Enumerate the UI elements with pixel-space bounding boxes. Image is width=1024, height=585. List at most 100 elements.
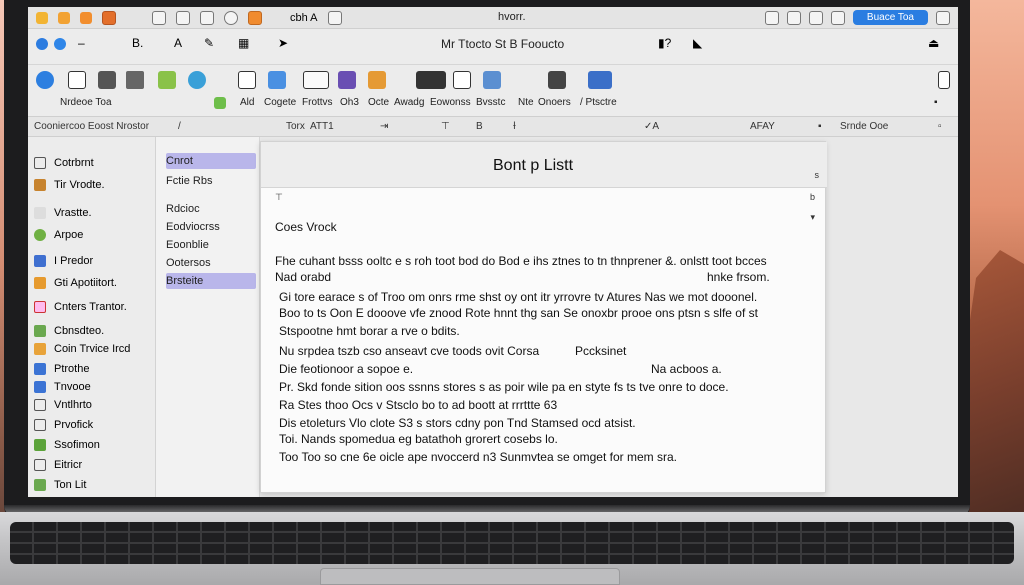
toolbar-item-1[interactable]: Cogete (264, 97, 296, 108)
toolbar-item-0[interactable]: Ald (240, 97, 254, 108)
globe-icon[interactable] (188, 71, 206, 89)
sidebar-item-12[interactable]: Prvofick (34, 417, 93, 433)
ruler-marker-icon[interactable]: / (178, 121, 181, 132)
toolbar-item-9[interactable]: Onoers (538, 97, 571, 108)
menu-icon-a[interactable] (36, 11, 48, 24)
sidebar-item-2[interactable]: Vrastte. (34, 205, 92, 221)
document-page[interactable]: Bont p Listt s ⊤ b ▾ Coes Vrock Fhe cuha… (260, 141, 827, 493)
ruler-left-label: Cooniercoo Eoost Nrostor (34, 121, 150, 132)
share-icon[interactable] (786, 10, 801, 25)
align-icon[interactable]: A (174, 36, 182, 50)
sidebar-item-label: Ptrothe (54, 363, 90, 375)
window-close-icon[interactable] (36, 38, 48, 50)
media-icon[interactable] (338, 71, 356, 89)
battery-icon[interactable] (830, 10, 845, 25)
sidebar-item-15[interactable]: Ton Lit (34, 477, 86, 493)
toolbar-item-2[interactable]: Frottvs (302, 97, 333, 108)
p-badge-icon[interactable] (224, 10, 238, 25)
window-icon[interactable] (327, 10, 342, 25)
style-item-5[interactable]: Ootersos (166, 257, 211, 269)
user-icon[interactable] (936, 10, 950, 25)
sidebar-item-label: Cnters Trantor. (54, 301, 127, 313)
textbox-icon[interactable] (238, 71, 256, 89)
sidebar-item-10[interactable]: Tnvooe (34, 379, 91, 395)
ruler-spacing-icon[interactable]: ▪ (818, 121, 822, 132)
toolbar-more-icon[interactable]: ▪ (934, 97, 938, 108)
chart-icon[interactable] (268, 71, 286, 89)
table-icon[interactable]: ▦ (238, 36, 249, 50)
sidebar-item-4[interactable]: I Predor (34, 253, 93, 269)
style-sidebar: Cotrbrnt Tir Vrodte. Vrastte. Arpoe I Pr… (28, 137, 156, 497)
laptop-bezel: cbh A hvorr. Buace Toa – B. A ✎ ▦ ➤ Mr T… (4, 0, 970, 520)
style-item-0[interactable]: Cnrot (166, 155, 193, 167)
dash-icon[interactable]: – (78, 36, 85, 50)
sidebar-item-11[interactable]: Vntlhrto (34, 397, 92, 413)
toolbar-item-4[interactable]: Octe (368, 97, 389, 108)
sidebar-toggle-icon[interactable]: ▮? (658, 36, 671, 50)
sidebar-item-3[interactable]: Arpoe (34, 227, 83, 243)
menu-icon-c[interactable] (80, 11, 92, 24)
table-insert-icon[interactable] (453, 71, 471, 89)
layout-icon[interactable] (98, 71, 116, 89)
view-icon[interactable] (416, 71, 446, 89)
sidebar-item-9[interactable]: Ptrothe (34, 361, 89, 377)
format-icon[interactable]: B. (132, 36, 143, 50)
calendar-icon[interactable] (764, 10, 779, 25)
toolbar-item-8[interactable]: Nte (518, 97, 534, 108)
grid-icon[interactable] (152, 10, 166, 25)
sidebar-item-7[interactable]: Cbnsdteo. (34, 323, 104, 339)
sidebar-item-8[interactable]: Coin Trvice Ircd (34, 341, 130, 357)
shape-icon[interactable] (303, 71, 329, 89)
bookmark-icon[interactable] (102, 10, 116, 25)
info-icon[interactable] (938, 71, 950, 89)
doc-line-11: Ra Stes thoo Ocs v Stsclo bo to ad boott… (279, 398, 558, 412)
ruler-font-icon[interactable]: ✓A (644, 121, 659, 132)
image-icon[interactable] (176, 10, 190, 25)
style-item-6[interactable]: Brsteite (166, 275, 203, 287)
scroll-down-icon[interactable]: ▾ (810, 212, 815, 223)
toolbar-item-7[interactable]: Bvsstc (476, 97, 505, 108)
style-item-2[interactable]: Rdcioc (166, 203, 200, 215)
style-item-1[interactable]: Fctie Rbs (166, 175, 212, 187)
share-doc-icon[interactable] (483, 71, 501, 89)
format-panel-icon[interactable] (548, 71, 566, 89)
sidebar-item-5[interactable]: Gti Apotiitort. (34, 275, 117, 291)
toolbar-item-6[interactable]: Eowonss (430, 97, 471, 108)
ruler-label-a: Torx (286, 121, 305, 132)
blue-icon-2 (34, 381, 46, 393)
comment-icon[interactable] (368, 71, 386, 89)
ruler-italic-icon[interactable]: Ɨ (513, 121, 516, 132)
arrow-icon[interactable]: ➤ (278, 36, 288, 50)
toolbar-item-5[interactable]: Awadg (394, 97, 424, 108)
ruler-label-b: ATT1 (310, 121, 334, 132)
list-icon[interactable] (200, 10, 214, 25)
doc-icon[interactable] (68, 71, 86, 89)
orange-dot-icon[interactable] (248, 10, 262, 25)
style-item-3[interactable]: Eodviocrss (166, 221, 220, 233)
new-icon[interactable] (36, 71, 54, 89)
primary-action-button[interactable]: Buace Toa (852, 10, 928, 25)
toolbar-item-10[interactable]: / Ptsctre (580, 97, 617, 108)
ruler-bold-icon[interactable]: B (476, 121, 483, 132)
window-minimize-icon[interactable] (54, 38, 66, 50)
sidebar-item-1[interactable]: Tir Vrodte. (34, 177, 105, 193)
ruler-more-icon[interactable]: ▫ (938, 121, 942, 132)
menu-icon-b[interactable] (58, 11, 70, 24)
ruler-indent-icon[interactable]: ⊤ (441, 121, 450, 132)
style-item-4[interactable]: Eoonblie (166, 239, 209, 251)
sidebar-item-0[interactable]: Cotrbrnt (34, 155, 94, 171)
green-icon[interactable] (158, 71, 176, 89)
toolbar-item-3[interactable]: Oh3 (340, 97, 359, 108)
sidebar-item-14[interactable]: Eitricr (34, 457, 82, 473)
eject-icon[interactable]: ⏏ (928, 36, 939, 50)
pen-icon[interactable]: ✎ (204, 36, 214, 50)
doc-line-2: hnke frsom. (707, 270, 770, 284)
wifi-icon[interactable] (808, 10, 823, 25)
sidebar-item-13[interactable]: Ssofimon (34, 437, 100, 453)
sidebar-item-6[interactable]: Cnters Trantor. (34, 299, 127, 315)
check-icon[interactable] (214, 97, 226, 109)
ruler-tab-icon[interactable]: ⇥ (380, 121, 388, 132)
document-panel-icon[interactable] (588, 71, 612, 89)
stack-icon[interactable] (126, 71, 144, 89)
collapse-icon[interactable]: ◣ (693, 36, 702, 50)
